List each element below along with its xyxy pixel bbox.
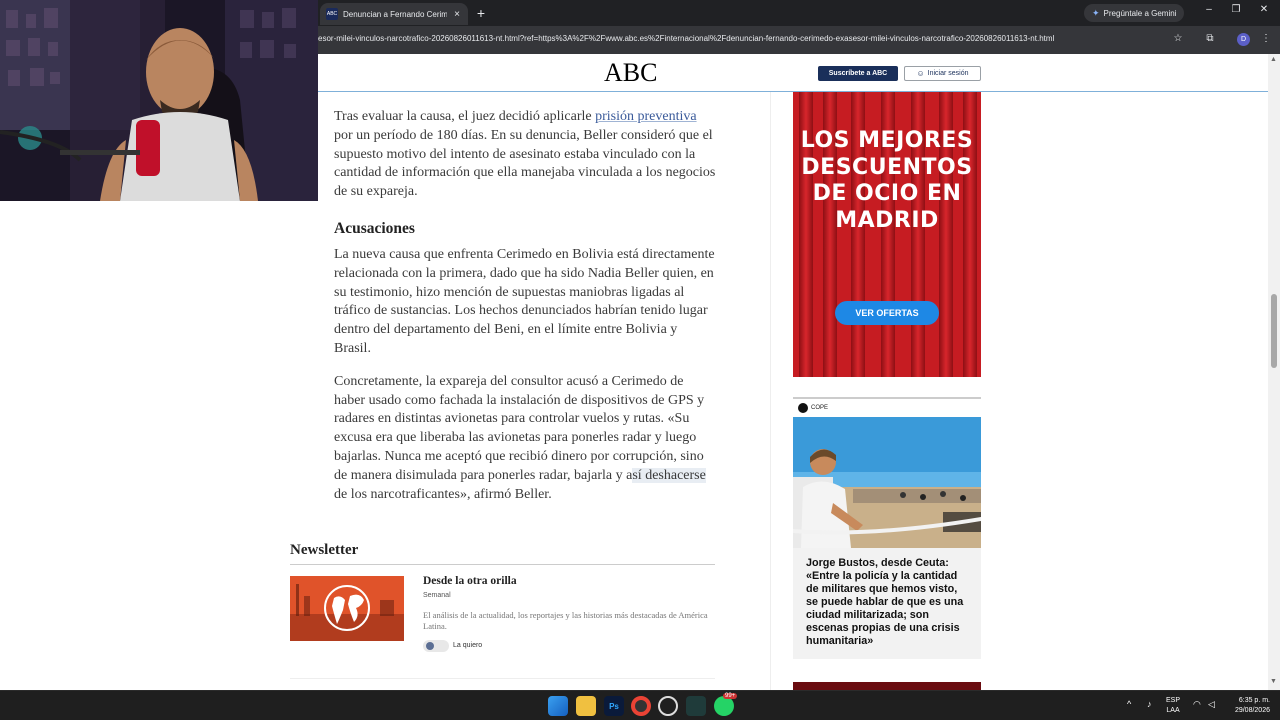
ad-headline: LOS MEJORES DESCUENTOS DE OCIO EN MADRID — [800, 128, 974, 233]
ad-banner-2[interactable] — [793, 682, 981, 690]
photoshop-icon[interactable]: Ps — [604, 696, 624, 716]
gemini-button[interactable]: ✦ Pregúntale a Gemini — [1084, 4, 1185, 22]
cope-logo-icon — [798, 403, 808, 413]
menu-dots-icon[interactable]: ⋮ — [1259, 33, 1273, 44]
tab-title: Denuncian a Fernando Cerimedo — [343, 9, 447, 19]
windows-start-icon[interactable] — [548, 696, 568, 716]
clock-date: 29/08/2026 — [1234, 707, 1270, 714]
clock-time: 6:35 p. m. — [1238, 697, 1270, 704]
notification-badge: 99+ — [723, 693, 738, 699]
newsletter-title[interactable]: Desde la otra orilla — [423, 575, 517, 587]
site-header: ABC Suscríbete a ABC ☺ Iniciar sesión — [318, 54, 1268, 92]
highlighted-text: sí deshacerse — [632, 467, 706, 483]
cope-caption[interactable]: Jorge Bustos, desde Ceuta: «Entre la pol… — [793, 548, 981, 659]
minimize-icon[interactable]: – — [1202, 4, 1216, 15]
app-icon[interactable] — [686, 696, 706, 716]
toggle-knob — [426, 642, 434, 650]
window-close-icon[interactable]: ✕ — [1257, 4, 1271, 15]
login-button[interactable]: ☺ Iniciar sesión — [904, 66, 981, 81]
scroll-up-icon[interactable]: ▲ — [1270, 56, 1277, 63]
profile-avatar[interactable]: D — [1237, 33, 1250, 46]
divider — [290, 678, 715, 679]
volume-icon[interactable]: ◁ — [1208, 699, 1215, 710]
gemini-icon: ✦ — [1092, 7, 1100, 18]
tray-chevron-icon[interactable]: ^ — [1127, 699, 1131, 709]
newsletter-toggle[interactable] — [423, 640, 449, 652]
cope-photo — [793, 417, 981, 548]
lang-top: ESP — [1166, 697, 1181, 704]
p3-text: Concretamente, la expareja del consultor… — [334, 373, 705, 483]
cope-card[interactable]: COPE Jorge Bustos, desde Ceuta: «Entre l… — [793, 397, 981, 659]
abc-logo[interactable]: ABC — [604, 58, 657, 88]
microphone-icon[interactable]: ♪ — [1147, 699, 1152, 709]
language-indicator[interactable]: ESP LAA — [1166, 696, 1180, 716]
login-label: Iniciar sesión — [927, 70, 969, 77]
wifi-icon[interactable]: ◠ — [1193, 699, 1201, 710]
cope-label: COPE — [811, 405, 829, 411]
user-icon: ☺ — [916, 69, 925, 78]
lang-bottom: LAA — [1166, 707, 1180, 714]
section-heading: Acusaciones — [334, 219, 415, 237]
scroll-thumb[interactable] — [1271, 294, 1277, 368]
abc-favicon-icon: ABC — [326, 8, 338, 20]
chrome-icon[interactable] — [631, 696, 651, 716]
tab-active[interactable]: ABC Denuncian a Fernando Cerimedo × — [320, 3, 468, 25]
column-divider — [770, 92, 771, 690]
whatsapp-icon[interactable]: 99+ — [714, 693, 738, 716]
article-body: Tras evaluar la causa, el juez decidió a… — [334, 108, 716, 504]
file-explorer-icon[interactable] — [576, 696, 596, 716]
subscribe-button[interactable]: Suscríbete a ABC — [818, 66, 898, 81]
ver-ofertas-button[interactable]: VER OFERTAS — [835, 301, 939, 325]
prision-preventiva-link[interactable]: prisión preventiva — [595, 109, 696, 124]
newsletter-image — [290, 576, 404, 641]
p1-text: Tras evaluar la causa, el juez decidió a… — [334, 109, 596, 124]
gemini-label: Pregúntale a Gemini — [1103, 8, 1177, 18]
url-field[interactable]: esor-milei-vinculos-narcotrafico-2026082… — [318, 34, 1054, 43]
scroll-down-icon[interactable]: ▼ — [1270, 678, 1277, 685]
paragraph-2: La nueva causa que enfrenta Cerimedo en … — [334, 246, 715, 356]
restore-icon[interactable]: ❐ — [1229, 4, 1243, 15]
newsletter-frequency: Semanal — [423, 592, 451, 599]
close-icon[interactable]: × — [452, 9, 462, 20]
scrollbar[interactable]: ▲ ▼ — [1268, 54, 1280, 690]
new-tab-button[interactable]: + — [474, 5, 488, 21]
bookmark-star-icon[interactable]: ☆ — [1171, 33, 1185, 44]
webcam-overlay — [0, 0, 318, 201]
extensions-icon[interactable]: ⧉ — [1203, 33, 1217, 44]
paragraph-3: Concretamente, la expareja del consultor… — [334, 373, 716, 505]
newsletter-heading: Newsletter — [290, 542, 715, 565]
taskbar: Ps 99+ ^ ♪ ESP LAA ◠ ◁ 6:35 p. m. 29/08/… — [0, 690, 1280, 720]
toggle-label: La quiero — [453, 642, 483, 649]
newsletter-description: El análisis de la actualidad, los report… — [423, 610, 708, 631]
newsletter-block: Newsletter Desde la otra orilla Semanal … — [290, 542, 715, 652]
p3-text-end: de los narcotraficantes», afirmó Beller. — [334, 486, 552, 502]
clock[interactable]: 6:35 p. m. 29/08/2026 — [1224, 696, 1270, 716]
obs-icon[interactable] — [658, 696, 678, 716]
cope-source: COPE — [793, 397, 981, 417]
paragraph-1: Tras evaluar la causa, el juez decidió a… — [334, 108, 716, 202]
ad-banner[interactable]: LOS MEJORES DESCUENTOS DE OCIO EN MADRID… — [793, 92, 981, 377]
p1-text-end: por un período de 180 días. En su denunc… — [334, 127, 716, 200]
